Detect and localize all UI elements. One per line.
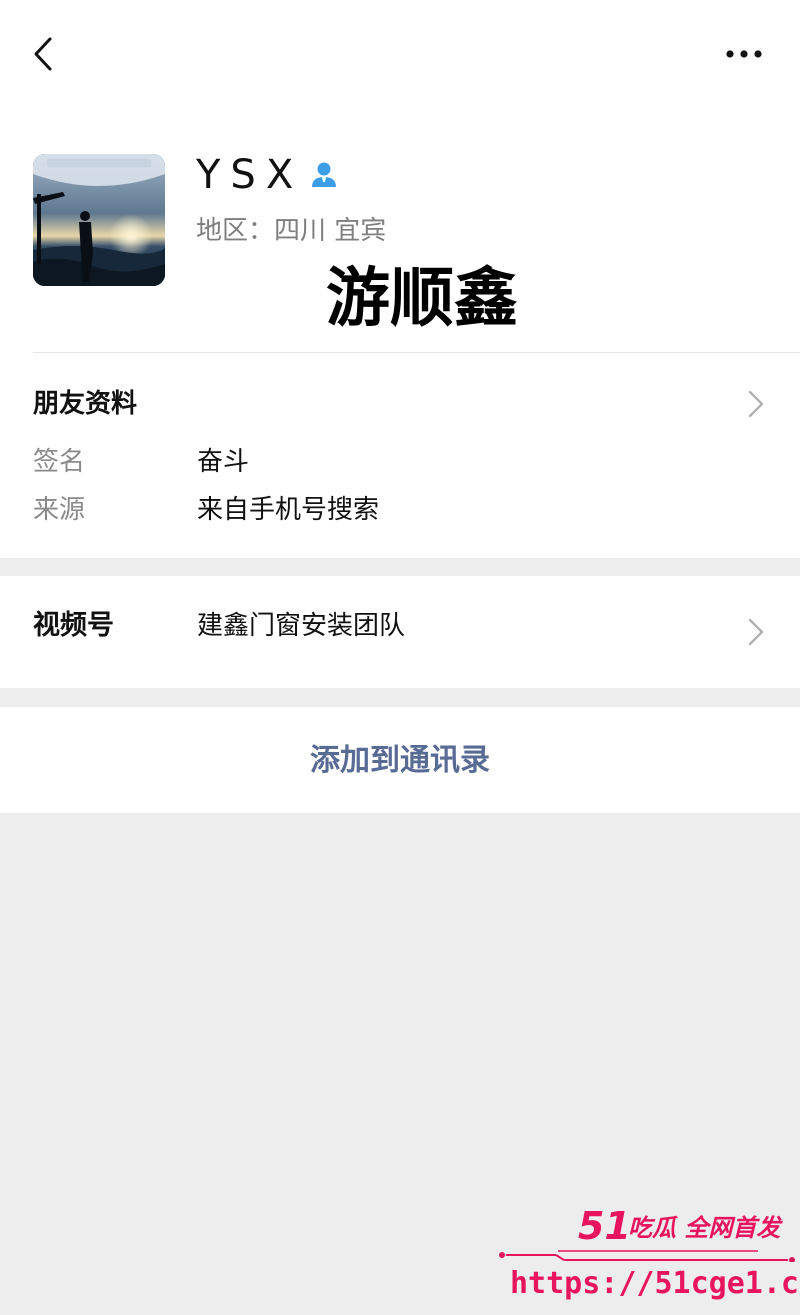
nickname: YSX <box>196 152 304 198</box>
more-dots-icon <box>726 50 762 58</box>
divider <box>33 352 800 353</box>
source-value: 来自手机号搜索 <box>197 495 380 525</box>
watermark-brand-number: 51 <box>578 1204 631 1248</box>
video-channel-chevron-icon <box>746 614 766 650</box>
contact-profile-page: YSX 地区：四川 宜宾 游顺鑫 朋友资料 签名 奋斗 来源 来自手机号搜索 视… <box>0 0 800 1315</box>
watermark-line-decoration <box>499 1250 795 1262</box>
watermark-url: https://51cge1.com <box>510 1266 800 1301</box>
male-user-icon <box>307 158 341 192</box>
chevron-left-icon <box>34 37 52 71</box>
more-options-button[interactable] <box>722 36 766 72</box>
profile-card: YSX 地区：四川 宜宾 游顺鑫 朋友资料 签名 奋斗 来源 来自手机号搜索 <box>0 0 800 558</box>
video-channel-value: 建鑫门窗安装团队 <box>197 611 406 641</box>
add-to-contacts-button[interactable]: 添加到通讯录 <box>0 707 800 813</box>
add-to-contacts-label: 添加到通讯录 <box>310 743 490 778</box>
signature-value: 奋斗 <box>197 447 250 477</box>
overlay-name-caption: 游顺鑫 <box>326 262 518 336</box>
video-channel-label: 视频号 <box>33 610 114 641</box>
video-channel-row[interactable]: 视频号 建鑫门窗安装团队 <box>0 576 800 688</box>
region-text: 地区：四川 宜宾 <box>196 216 387 246</box>
avatar-image <box>33 154 165 286</box>
source-label: 来源 <box>33 495 86 525</box>
signature-label: 签名 <box>33 447 86 477</box>
back-button[interactable] <box>30 34 60 74</box>
name-row: YSX <box>196 150 341 200</box>
avatar[interactable] <box>33 154 165 286</box>
friend-info-chevron-icon[interactable] <box>746 386 766 422</box>
site-watermark: 51 吃瓜 全网首发 https://51cge1.com <box>498 1204 800 1312</box>
friend-info-title[interactable]: 朋友资料 <box>33 384 137 424</box>
watermark-brand-text: 吃瓜 全网首发 <box>628 1214 781 1242</box>
